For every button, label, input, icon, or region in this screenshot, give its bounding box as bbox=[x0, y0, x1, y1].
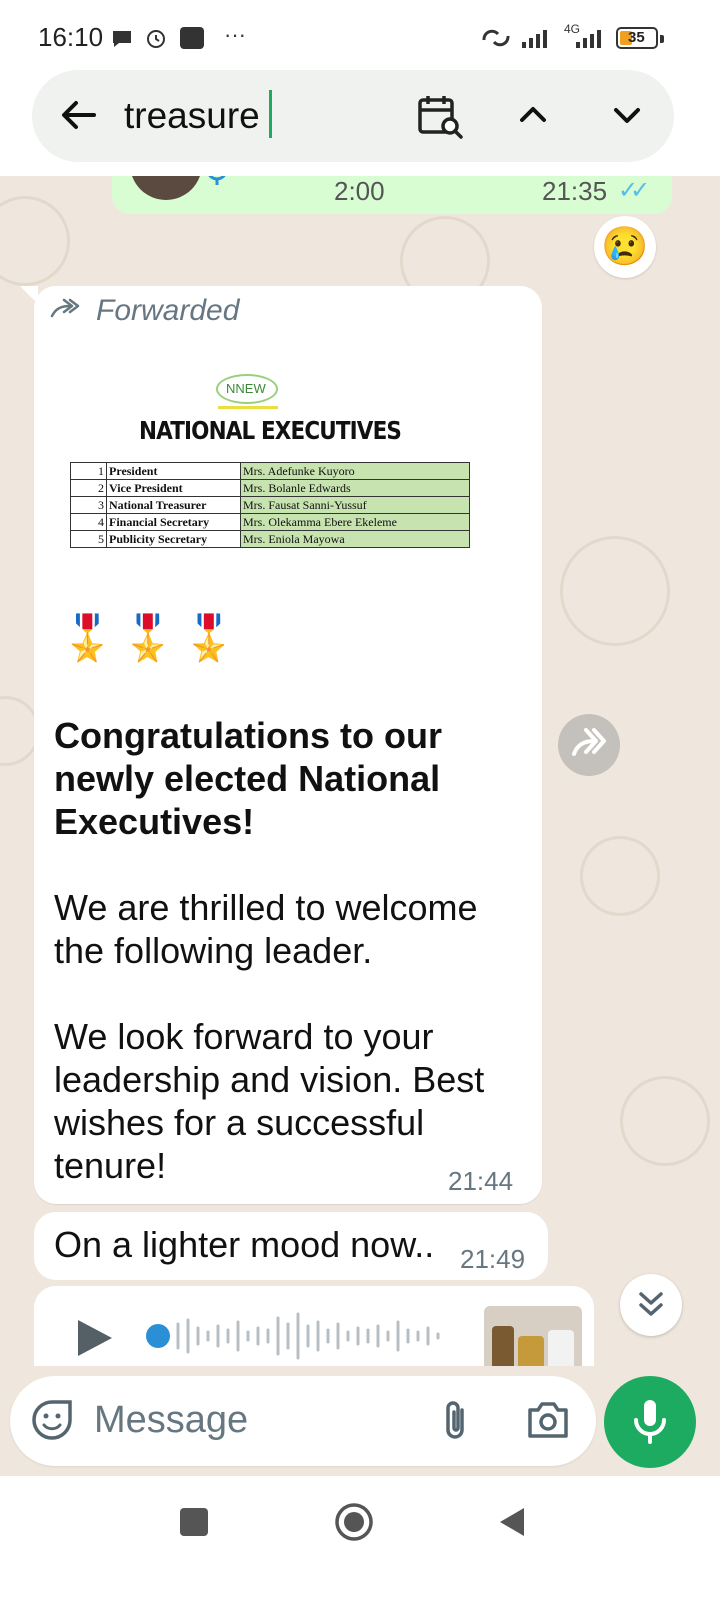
executives-table: 1 President Mrs. Adefunke Kuyoro 2 Vice Pre… bbox=[70, 462, 470, 548]
row-role: Publicity Secretary bbox=[106, 530, 241, 548]
row-number: 3 bbox=[70, 496, 107, 514]
row-name: Mrs. Eniola Mayowa bbox=[240, 530, 470, 548]
table-row: 3 National Treasurer Mrs. Fausat Sanni-Yus… bbox=[70, 496, 470, 514]
message-time: 21:35 bbox=[542, 176, 608, 206]
message-body: Congratulations to our newly elected Nat… bbox=[54, 714, 524, 1187]
row-name: Mrs. Fausat Sanni-Yussuf bbox=[240, 496, 470, 514]
outgoing-voice-message[interactable]: 2:00 21:35 ✓✓ bbox=[112, 176, 672, 214]
chevron-down-icon[interactable] bbox=[610, 98, 644, 132]
row-role: Financial Secretary bbox=[106, 513, 241, 531]
logo-text: NNEW bbox=[226, 381, 266, 396]
sender-avatar[interactable] bbox=[484, 1306, 582, 1366]
reaction-badge[interactable]: 😢 bbox=[594, 216, 656, 278]
image-title: NATIONAL EXECUTIVES bbox=[138, 416, 402, 445]
chat-area[interactable]: 2:00 21:35 ✓✓ 😢 Forwarded NNEW NATIONAL … bbox=[0, 176, 720, 1366]
battery-icon: 35 bbox=[616, 27, 664, 49]
microphone-icon bbox=[208, 176, 226, 185]
status-bar: 16:10 ··· 4G 35 bbox=[0, 0, 720, 70]
message-paragraph-1: We are thrilled to welcome the following… bbox=[54, 887, 478, 971]
table-row: 4 Financial Secretary Mrs. Olekamma Ebere … bbox=[70, 513, 470, 531]
row-name: Mrs. Olekamma Ebere Ekeleme bbox=[240, 513, 470, 531]
wallpaper-doodle bbox=[580, 836, 660, 916]
share-forward-icon bbox=[572, 728, 606, 756]
wallpaper-doodle bbox=[0, 196, 70, 286]
forwarded-label: Forwarded bbox=[96, 294, 240, 327]
chat-bubble-icon bbox=[113, 31, 131, 47]
row-name: Mrs. Adefunke Kuyoro bbox=[240, 462, 470, 480]
message-paragraph-2: We look forward to your leadership and v… bbox=[54, 1016, 485, 1186]
medals-emoji: 🎖️🎖️🎖️ bbox=[60, 614, 243, 663]
hotspot-icon bbox=[482, 29, 510, 47]
table-row: 5 Publicity Secretary Mrs. Eniola Mayowa bbox=[70, 530, 470, 548]
row-number: 5 bbox=[70, 530, 107, 548]
voice-waveform[interactable] bbox=[144, 1310, 454, 1362]
app-notification-icon bbox=[180, 27, 204, 49]
share-forward-button[interactable] bbox=[558, 714, 620, 776]
table-row: 2 Vice President Mrs. Bolanle Edwards bbox=[70, 479, 470, 497]
text-cursor bbox=[269, 90, 272, 138]
voice-record-button[interactable] bbox=[604, 1376, 696, 1468]
home-icon[interactable] bbox=[334, 1502, 374, 1542]
calendar-search-icon[interactable] bbox=[416, 92, 464, 140]
microphone-icon bbox=[634, 1400, 666, 1444]
search-input[interactable] bbox=[124, 88, 324, 144]
row-name: Mrs. Bolanle Edwards bbox=[240, 479, 470, 497]
chevron-up-icon[interactable] bbox=[516, 98, 550, 132]
sticker-icon[interactable] bbox=[30, 1398, 74, 1442]
battery-level: 35 bbox=[628, 29, 645, 46]
row-number: 1 bbox=[70, 462, 107, 480]
read-ticks-icon: ✓✓ bbox=[618, 177, 650, 204]
forwarded-icon bbox=[50, 298, 80, 318]
executives-image[interactable]: NNEW NATIONAL EXECUTIVES 1 President Mrs. … bbox=[58, 368, 488, 554]
logo-underline bbox=[218, 406, 278, 409]
message-time: 21:49 bbox=[460, 1244, 526, 1274]
avatar bbox=[130, 176, 202, 200]
message-input[interactable] bbox=[94, 1392, 414, 1448]
recent-apps-icon[interactable] bbox=[180, 1508, 208, 1536]
message-time: 21:44 bbox=[448, 1166, 514, 1196]
row-role: President bbox=[106, 462, 241, 480]
paperclip-icon[interactable] bbox=[436, 1398, 476, 1444]
voice-duration: 2:00 bbox=[334, 176, 385, 206]
message-heading: Congratulations to our newly elected Nat… bbox=[54, 715, 442, 842]
wallpaper-doodle bbox=[560, 536, 670, 646]
wallpaper-doodle bbox=[620, 1076, 710, 1166]
row-role: National Treasurer bbox=[106, 496, 241, 514]
arrow-left-icon[interactable] bbox=[58, 95, 98, 135]
camera-icon[interactable] bbox=[524, 1398, 572, 1442]
signal-icon-2 bbox=[576, 30, 601, 48]
signal-icon-1 bbox=[522, 30, 547, 48]
back-triangle-icon[interactable] bbox=[496, 1504, 528, 1540]
more-notifications-icon: ··· bbox=[224, 22, 246, 47]
row-number: 4 bbox=[70, 513, 107, 531]
table-row: 1 President Mrs. Adefunke Kuyoro bbox=[70, 462, 470, 480]
status-time: 16:10 bbox=[38, 22, 104, 52]
double-chevron-down-icon bbox=[639, 1292, 663, 1316]
play-icon[interactable] bbox=[72, 1316, 116, 1360]
row-role: Vice President bbox=[106, 479, 241, 497]
message-text: On a lighter mood now.. bbox=[54, 1224, 435, 1265]
scroll-to-bottom-button[interactable] bbox=[620, 1274, 682, 1336]
row-number: 2 bbox=[70, 479, 107, 497]
alarm-icon bbox=[147, 30, 165, 48]
